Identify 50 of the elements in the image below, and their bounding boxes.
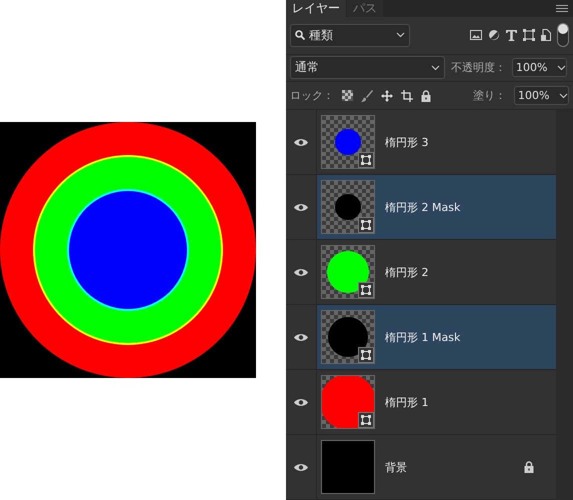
crop-icon[interactable] bbox=[401, 90, 413, 102]
scrollbar-track[interactable] bbox=[556, 110, 573, 500]
eye-icon[interactable] bbox=[294, 202, 308, 212]
layer-row[interactable]: 楕円形 2 bbox=[317, 240, 556, 304]
chevron-icon bbox=[557, 64, 566, 71]
chevron-icon bbox=[559, 92, 568, 99]
layer-row[interactable]: 楕円形 3 bbox=[317, 110, 556, 174]
search-icon bbox=[295, 30, 305, 40]
layer-name: 楕円形 1 Mask bbox=[385, 330, 462, 344]
type-icon[interactable] bbox=[506, 30, 517, 41]
layer-name: 楕円形 2 Mask bbox=[385, 200, 462, 214]
lock-icon[interactable] bbox=[524, 461, 534, 473]
shape-badge-icon bbox=[358, 347, 374, 363]
fill-label: 塗り： bbox=[473, 88, 506, 104]
filter-dropdown[interactable]: 種類 bbox=[290, 24, 410, 47]
eye-icon[interactable] bbox=[294, 398, 308, 406]
shape-badge-icon bbox=[358, 217, 374, 233]
fill-field[interactable]: 100% bbox=[514, 86, 569, 106]
transform-icon[interactable] bbox=[523, 29, 535, 42]
checkerboard-icon[interactable] bbox=[342, 90, 353, 102]
shape-badge-icon bbox=[358, 282, 374, 298]
shape-badge-icon bbox=[358, 152, 374, 168]
panel-tab[interactable]: レイヤー bbox=[286, 0, 346, 18]
filter-toggle[interactable] bbox=[557, 23, 569, 48]
opacity-label: 不透明度： bbox=[451, 60, 506, 76]
eye-icon[interactable] bbox=[294, 332, 308, 342]
chevron-icon bbox=[431, 64, 440, 71]
blend-mode-dropdown[interactable]: 通常 bbox=[290, 56, 445, 80]
lock-icon[interactable] bbox=[421, 90, 431, 102]
layer-row[interactable]: 背景 bbox=[317, 435, 556, 499]
brush-icon[interactable] bbox=[361, 90, 373, 102]
layer-row[interactable]: 楕円形 1 Mask bbox=[317, 305, 556, 369]
image-icon[interactable] bbox=[470, 30, 482, 40]
shape-badge-icon bbox=[358, 412, 374, 428]
layer-name: 背景 bbox=[385, 460, 408, 474]
layer-name: 楕円形 1 bbox=[385, 394, 430, 410]
opacity-field[interactable]: 100% bbox=[512, 58, 567, 78]
eye-icon[interactable] bbox=[294, 462, 308, 472]
move-icon[interactable] bbox=[381, 90, 393, 102]
layer-row[interactable]: 楕円形 2 Mask bbox=[317, 175, 556, 239]
layer-name: 楕円形 3 bbox=[385, 134, 430, 150]
menu-icon[interactable] bbox=[556, 5, 568, 12]
eye-icon[interactable] bbox=[294, 138, 308, 146]
half-circle-icon[interactable] bbox=[488, 29, 500, 42]
lock-label: ロック： bbox=[290, 88, 334, 104]
eye-icon[interactable] bbox=[294, 268, 308, 276]
layer-name: 楕円形 2 bbox=[385, 264, 430, 280]
document-icon[interactable] bbox=[541, 29, 551, 42]
layer-row[interactable]: 楕円形 1 bbox=[317, 370, 556, 434]
chevron-icon bbox=[396, 32, 405, 38]
